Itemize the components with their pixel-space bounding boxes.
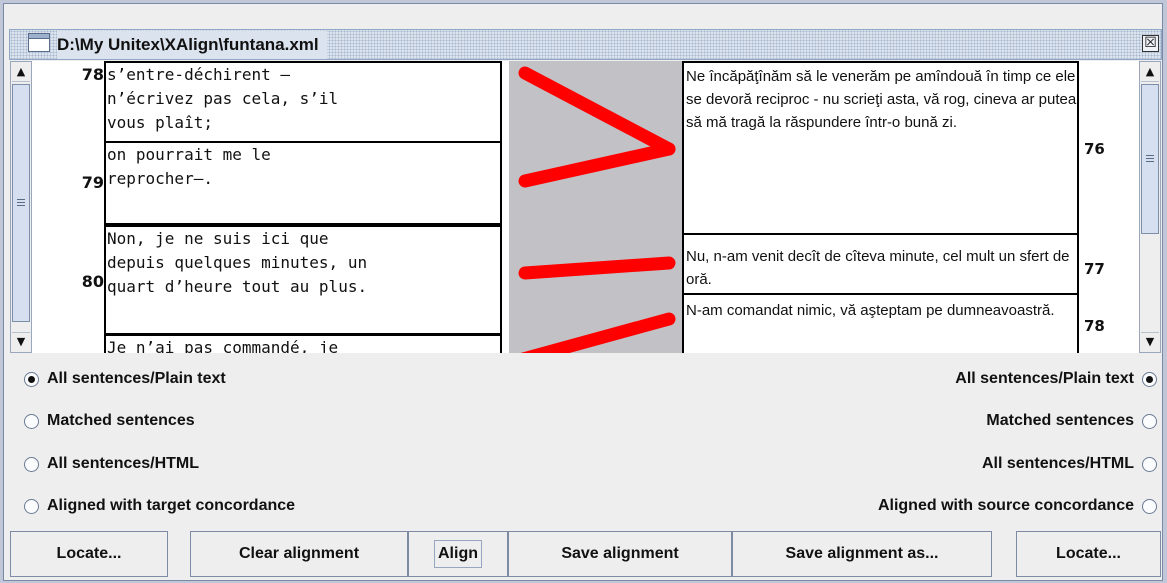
scroll-up-icon[interactable]: ▲ <box>1141 63 1159 82</box>
alignment-links <box>518 66 676 353</box>
target-sentence-number: 78 <box>1084 317 1105 335</box>
locate-target-button[interactable]: Locate... <box>1016 531 1161 577</box>
radio-icon[interactable] <box>1142 413 1157 429</box>
close-icon[interactable]: ☒ <box>1142 35 1159 52</box>
scroll-up-icon[interactable]: ▲ <box>12 63 30 82</box>
window-title: D:\My Unitex\XAlign\funtana.xml <box>57 31 327 59</box>
internal-frame-title-bar[interactable]: D:\My Unitex\XAlign\funtana.xml ☒ <box>9 29 1162 60</box>
option-label: Matched sentences <box>986 412 1134 429</box>
radio-selected-icon[interactable] <box>24 371 39 387</box>
align-button[interactable]: Align <box>408 531 508 577</box>
source-option-plain-text[interactable]: All sentences/Plain text <box>24 368 226 390</box>
source-scroll-thumb[interactable] <box>12 84 30 322</box>
scroll-down-icon[interactable]: ▼ <box>12 332 30 351</box>
option-label: All sentences/HTML <box>47 455 200 472</box>
source-sentence-text[interactable]: s’entre-déchirent – n’écrivez pas cela, … <box>104 61 502 143</box>
option-label: Matched sentences <box>47 412 195 429</box>
target-scrollbar[interactable]: ▲ ▼ <box>1139 61 1161 353</box>
radio-icon[interactable] <box>24 456 39 472</box>
source-scrollbar[interactable]: ▲ ▼ <box>10 61 32 353</box>
target-scroll-thumb[interactable] <box>1141 84 1159 234</box>
scroll-down-icon[interactable]: ▼ <box>1141 332 1159 351</box>
option-label: Aligned with target concordance <box>47 497 296 514</box>
button-bar: Locate... Clear alignment Align Save ali… <box>10 531 1161 579</box>
source-option-matched[interactable]: Matched sentences <box>24 410 195 432</box>
target-sentence-text[interactable]: Nu, n-am venit decît de cîteva minute, c… <box>682 233 1079 295</box>
source-option-target-concordance[interactable]: Aligned with target concordance <box>24 495 295 517</box>
save-alignment-button[interactable]: Save alignment <box>508 531 732 577</box>
window-icon <box>28 33 50 52</box>
source-option-html[interactable]: All sentences/HTML <box>24 453 199 475</box>
target-option-plain-text[interactable]: All sentences/Plain text <box>955 368 1157 390</box>
source-sentence-text[interactable]: on pourrait me le reprocher–. <box>104 141 502 225</box>
target-sentence-number: 76 <box>1084 140 1105 158</box>
source-sentence-text[interactable]: Non, je ne suis ici que depuis quelques … <box>104 225 502 335</box>
clear-alignment-button[interactable]: Clear alignment <box>190 531 408 577</box>
save-alignment-as-button[interactable]: Save alignment as... <box>732 531 992 577</box>
alignment-panes: ▲ ▼ 78 s’entre-déchirent – n’écrivez pas… <box>10 61 1161 353</box>
option-label: Aligned with source concordance <box>877 497 1134 514</box>
alignment-link-panel[interactable] <box>509 61 684 353</box>
target-sentence-text[interactable]: Ne încăpăţînăm să le venerăm pe amîndouă… <box>682 61 1079 235</box>
source-sentence-number: 80 <box>81 272 104 291</box>
radio-icon[interactable] <box>24 413 39 429</box>
radio-icon[interactable] <box>1142 456 1157 472</box>
target-sentence-number: 77 <box>1084 260 1105 278</box>
radio-icon[interactable] <box>24 498 39 514</box>
option-label: All sentences/Plain text <box>47 370 226 387</box>
target-option-source-concordance[interactable]: Aligned with source concordance <box>878 495 1157 517</box>
source-sentence-number: 79 <box>81 173 104 192</box>
option-label: All sentences/Plain text <box>955 370 1134 387</box>
source-sentence-number: 78 <box>81 65 104 84</box>
link-78-76[interactable] <box>518 66 676 156</box>
locate-source-button[interactable]: Locate... <box>10 531 168 577</box>
radio-icon[interactable] <box>1142 498 1157 514</box>
target-sentence-text[interactable]: N-am comandat nimic, vă aşteptam pe dumn… <box>682 293 1079 353</box>
target-sentence-list[interactable]: Ne încăpăţînăm să le venerăm pe amîndouă… <box>682 61 1129 353</box>
link-80-77[interactable] <box>518 256 676 280</box>
target-option-html[interactable]: All sentences/HTML <box>982 453 1157 475</box>
link-79-76[interactable] <box>518 142 676 188</box>
target-option-matched[interactable]: Matched sentences <box>986 410 1157 432</box>
display-options: All sentences/Plain text Matched sentenc… <box>10 356 1161 528</box>
link-81-78[interactable] <box>520 312 676 353</box>
radio-selected-icon[interactable] <box>1142 371 1157 387</box>
source-sentence-list[interactable]: 78 s’entre-déchirent – n’écrivez pas cel… <box>32 61 510 353</box>
source-sentence-text[interactable]: Je n’ai pas commandé, je <box>104 334 502 353</box>
option-label: All sentences/HTML <box>981 455 1134 472</box>
